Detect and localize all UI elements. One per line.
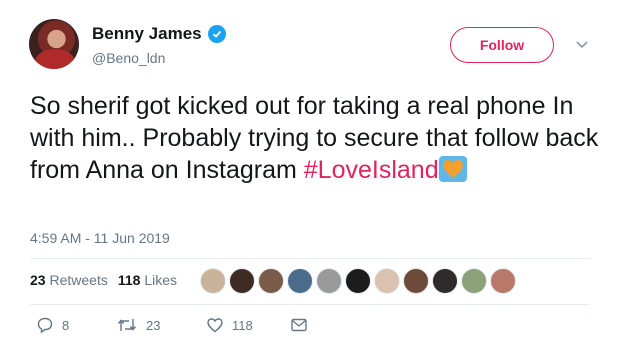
avatar[interactable] [29,19,79,69]
tweet-timestamp[interactable]: 4:59 AM - 11 Jun 2019 [30,230,170,246]
like-count: 118 [232,317,253,333]
retweets-count: 23 [30,272,46,288]
liker-avatar[interactable] [316,268,342,294]
retweet-icon [117,319,137,331]
liker-avatar[interactable] [287,268,313,294]
retweet-count: 23 [146,317,161,333]
tweet-text: So sherif got kicked out for taking a re… [30,90,605,186]
like-button[interactable]: 118 [206,316,290,334]
retweets-label: Retweets [49,272,108,288]
retweets-stat[interactable]: 23 Retweets [30,272,108,288]
heart-icon [207,318,223,333]
liker-avatar[interactable] [229,268,255,294]
envelope-icon [291,318,307,332]
reply-button[interactable]: 8 [36,316,116,334]
user-name[interactable]: Benny James [92,24,202,44]
reply-count: 8 [62,317,70,333]
hashtag-link[interactable]: #LoveIsland [304,156,439,184]
tweet-stats: 23 Retweets 118 Likes [30,272,177,288]
likes-count: 118 [117,272,141,288]
direct-message-button[interactable] [290,317,308,333]
likes-stat[interactable]: 118 Likes [118,272,177,288]
retweet-button[interactable]: 23 [116,316,206,334]
tweet-actions: 8 23 118 [36,316,308,334]
reply-icon [37,317,53,334]
liker-avatar[interactable] [461,268,487,294]
user-handle[interactable]: @Beno_ldn [92,50,165,66]
liker-avatar[interactable] [200,268,226,294]
user-name-row[interactable]: Benny James [92,24,226,44]
liker-avatars [200,268,516,294]
divider [30,304,590,305]
liker-avatar[interactable] [374,268,400,294]
liker-avatar[interactable] [345,268,371,294]
verified-badge-icon [207,25,226,43]
liker-avatar[interactable] [403,268,429,294]
chevron-down-icon[interactable] [575,40,589,50]
likes-label: Likes [144,272,177,288]
liker-avatar[interactable] [258,268,284,294]
divider [30,258,590,259]
liker-avatar[interactable] [490,268,516,294]
follow-button[interactable]: Follow [450,27,554,63]
liker-avatar[interactable] [432,268,458,294]
orange-heart-emoji-icon [438,156,467,182]
